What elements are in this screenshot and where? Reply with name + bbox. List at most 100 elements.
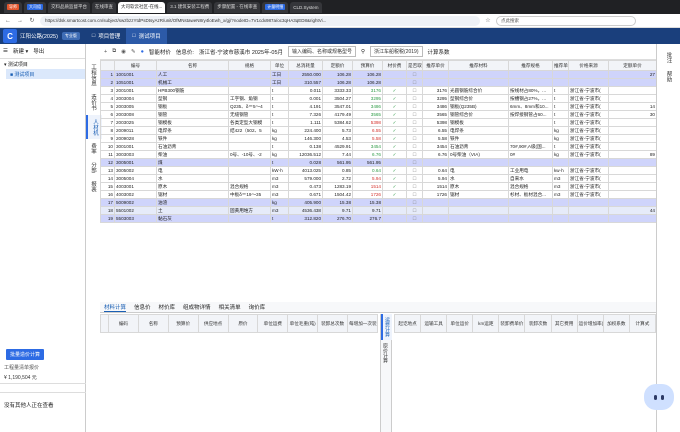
table-cell[interactable]: 146.300 xyxy=(288,134,323,143)
table-cell[interactable]: 19 xyxy=(100,214,115,223)
table-cell[interactable]: HPB300钢筋 xyxy=(156,86,229,95)
table-cell[interactable]: t xyxy=(270,214,289,223)
table-cell[interactable]: 13 xyxy=(100,166,115,175)
table-cell[interactable]: 3547.01 xyxy=(322,102,353,111)
detail-tab[interactable]: 材价库 xyxy=(159,303,176,311)
table-cell[interactable] xyxy=(552,158,569,167)
column-header[interactable]: 推荐规格 xyxy=(508,60,553,71)
table-cell[interactable]: ☐ xyxy=(406,158,423,167)
column-header[interactable]: 其它费用 xyxy=(550,314,578,333)
help-tab[interactable]: 帮助 xyxy=(665,71,673,82)
table-cell[interactable] xyxy=(448,70,509,79)
table-cell[interactable]: t xyxy=(552,102,569,111)
browser-tab[interactable]: 导师 xyxy=(4,1,22,13)
table-cell[interactable]: 0.011 xyxy=(288,86,323,95)
table-cell[interactable]: ✓ xyxy=(382,102,407,111)
table-cell[interactable]: 6mm、8mm和10... xyxy=(508,102,553,111)
table-cell[interactable] xyxy=(608,214,656,223)
table-cell[interactable]: t xyxy=(270,110,289,119)
table-cell[interactable]: 无缝钢管 xyxy=(228,110,271,119)
detail-tab[interactable]: 组成物详情 xyxy=(183,303,211,311)
table-cell[interactable]: 工业用电 xyxy=(508,166,553,175)
column-header[interactable]: 预算价 xyxy=(167,314,199,333)
table-cell[interactable]: 15 xyxy=(100,182,115,191)
detail-tab[interactable]: 信息价 xyxy=(134,303,151,311)
table-cell[interactable]: 3176 xyxy=(422,86,449,95)
table-cell[interactable] xyxy=(228,70,271,79)
table-cell[interactable] xyxy=(608,134,656,143)
table-cell[interactable]: 电焊条 xyxy=(156,126,229,135)
table-cell[interactable]: 106.28 xyxy=(322,70,353,79)
browser-tab[interactable]: CLD.System xyxy=(290,1,322,13)
view-icon[interactable]: ◉ xyxy=(121,49,126,55)
table-row[interactable]: 5 2003005 钢板 Q235、δ＝5～4 t 4.191 3547.01 3486 ✓ ☐ 3… xyxy=(100,102,656,111)
table-cell[interactable]: 2003025 xyxy=(114,118,157,127)
table-cell[interactable] xyxy=(228,214,271,223)
table-cell[interactable]: 2550.000 xyxy=(288,70,323,79)
table-cell[interactable]: 5.58 xyxy=(422,134,449,143)
table-cell[interactable]: 1051001 xyxy=(114,78,157,87)
column-header[interactable]: 起讫地点 xyxy=(393,314,422,333)
table-cell[interactable]: 1504.42 xyxy=(322,190,353,199)
detail-tab[interactable]: 询价库 xyxy=(249,303,266,311)
table-cell[interactable]: 0# xyxy=(508,150,553,159)
table-row[interactable]: 4 2003004 型钢 工字钢、角钢 t 0.001 3504.27 3295 ✓ ☐ 3295 型… xyxy=(100,94,656,103)
table-row[interactable]: 9 2009028 铁件 kg 146.300 4.53 5.58 ✓ ☐ 5.58 铁件 kg 浙江省… xyxy=(100,134,656,143)
table-cell[interactable] xyxy=(508,70,553,79)
table-cell[interactable]: 0.138 xyxy=(288,142,323,151)
table-cell[interactable] xyxy=(608,198,656,207)
table-cell[interactable]: 黏石灰 xyxy=(156,214,229,223)
table-cell[interactable]: 2009028 xyxy=(114,134,157,143)
table-cell[interactable]: kw·h xyxy=(552,166,569,175)
table-cell[interactable]: 2001001 xyxy=(114,86,157,95)
table-row[interactable]: 18 5501002 土固黄用堆方 m3 4536.438 9.71 9.71 ☐ 44 xyxy=(100,206,656,215)
table-cell[interactable]: m3 xyxy=(552,174,569,183)
table-cell[interactable]: 3295 xyxy=(352,94,383,103)
column-header[interactable]: 加权系数 xyxy=(602,314,630,333)
table-cell[interactable] xyxy=(608,78,656,87)
table-row[interactable]: 13 3005002 电 kW·h 4013.025 0.85 0.64 ✓ ☐ 0.64 电工业用… xyxy=(100,166,656,175)
table-cell[interactable]: 15.38 xyxy=(322,198,353,207)
table-cell[interactable]: 浙江省-宁波市( xyxy=(568,118,609,127)
table-cell[interactable] xyxy=(608,118,656,127)
table-cell[interactable]: 5384.62 xyxy=(322,118,353,127)
table-cell[interactable]: 机械工 xyxy=(156,78,229,87)
table-cell[interactable]: 光圆钢筋综合价 xyxy=(448,86,509,95)
table-cell[interactable] xyxy=(228,198,271,207)
table-cell[interactable]: t xyxy=(270,142,289,151)
table-cell[interactable]: 5.94 xyxy=(422,174,449,183)
tab-test-project[interactable]: □ 测试项目 xyxy=(126,28,167,44)
table-cell[interactable]: 3454 xyxy=(422,142,449,151)
table-cell[interactable]: 1.111 xyxy=(288,118,323,127)
table-cell[interactable]: 1514 xyxy=(422,182,449,191)
table-cell[interactable]: 6.55 xyxy=(422,126,449,135)
table-cell[interactable]: 27 xyxy=(608,70,656,79)
column-header[interactable]: 名称 xyxy=(156,60,229,71)
table-cell[interactable]: kg xyxy=(552,134,569,143)
table-row[interactable]: 6 2003008 钢管 无缝钢管 t 7.326 4179.49 3565 ✓ ☐ 3565 钢管综… xyxy=(100,110,656,119)
table-cell[interactable]: ☐ xyxy=(406,166,423,175)
table-cell[interactable]: ✓ xyxy=(382,110,407,119)
table-cell[interactable]: 电 xyxy=(156,166,229,175)
table-row[interactable]: 8 2009011 电焊条 结422（502、5 kg 224.400 5.73 6.55 ✓ ☐… xyxy=(100,126,656,135)
table-cell[interactable]: 2003005 xyxy=(114,102,157,111)
table-cell[interactable]: 561.95 xyxy=(352,158,383,167)
table-cell[interactable]: 16 xyxy=(100,190,115,199)
table-cell[interactable] xyxy=(608,190,656,199)
table-cell[interactable]: 3 xyxy=(100,86,115,95)
table-cell[interactable]: 原木 xyxy=(448,182,509,191)
column-header[interactable]: 预算价 xyxy=(352,60,383,71)
table-cell[interactable]: 浙江省-宁波市( xyxy=(568,110,609,119)
table-cell[interactable]: 混合规格 xyxy=(228,182,271,191)
table-cell[interactable] xyxy=(552,78,569,87)
table-cell[interactable]: ☐ xyxy=(406,110,423,119)
table-cell[interactable]: 0.028 xyxy=(288,158,323,167)
table-cell[interactable]: 312.820 xyxy=(288,214,323,223)
tab-freight-calc[interactable]: 运费计算 xyxy=(381,314,392,340)
table-cell[interactable] xyxy=(422,70,449,79)
table-cell[interactable]: 0.64 xyxy=(352,166,383,175)
vtab-report[interactable]: 报表 xyxy=(86,177,100,196)
reload-icon[interactable]: ↻ xyxy=(28,17,36,24)
table-cell[interactable] xyxy=(422,198,449,207)
table-cell[interactable]: t xyxy=(270,158,289,167)
